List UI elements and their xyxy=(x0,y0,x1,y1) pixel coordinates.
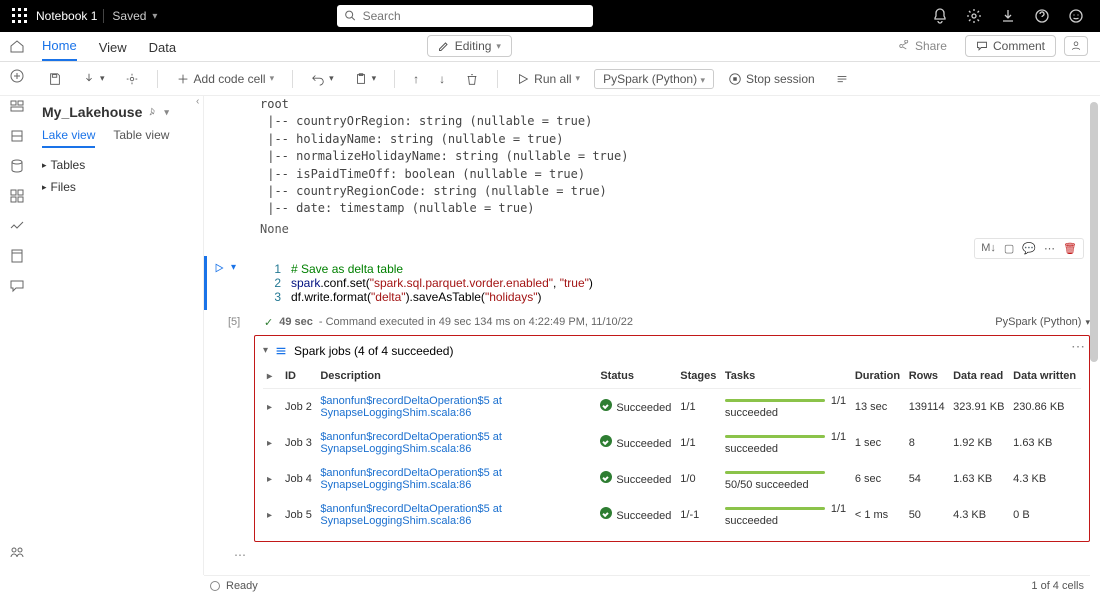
chevron-down-icon[interactable]: ▾ xyxy=(152,11,157,22)
search-box[interactable] xyxy=(337,5,593,27)
download-icon[interactable]: ▾ xyxy=(76,69,111,89)
status-ok-icon xyxy=(210,581,220,591)
pin-icon[interactable] xyxy=(148,107,158,117)
spark-jobs-panel: ⋯ ▾ Spark jobs (4 of 4 succeeded) ▸ ID D… xyxy=(254,335,1090,542)
home-icon[interactable] xyxy=(9,38,25,54)
code-area[interactable]: 1# Save as delta table 2spark.conf.set("… xyxy=(267,256,1090,310)
feedback-icon[interactable] xyxy=(9,278,25,294)
move-down-icon[interactable]: ↓ xyxy=(433,69,451,89)
tree-files[interactable]: ▸Files xyxy=(42,176,193,198)
monitor-icon[interactable] xyxy=(9,218,25,234)
stop-session-button[interactable]: Stop session xyxy=(722,69,821,89)
output-schema: root |-- countryOrRegion: string (nullab… xyxy=(204,96,1090,218)
success-icon: ✓ xyxy=(264,316,273,329)
delete-icon[interactable] xyxy=(459,69,485,89)
code-cell: M↓ ▢ 💬 ⋯ 🗑 ▾ 1# Save as delta table 2spa… xyxy=(204,256,1090,310)
data-icon[interactable] xyxy=(9,158,25,174)
waffle-icon[interactable] xyxy=(12,8,28,24)
output-none: None xyxy=(204,218,1090,248)
collapse-panel-icon[interactable]: ‹ xyxy=(196,96,199,107)
people-icon[interactable] xyxy=(1064,36,1088,56)
tab-view[interactable]: View xyxy=(99,40,127,61)
editing-mode[interactable]: Editing▾ xyxy=(427,35,512,57)
create-icon[interactable] xyxy=(9,68,25,84)
exec-count: [5] xyxy=(228,316,240,328)
cell-count: 1 of 4 cells xyxy=(1031,580,1084,592)
status-ready: Ready xyxy=(226,580,258,592)
run-all-button[interactable]: Run all▾ xyxy=(510,69,586,89)
kernel-selector[interactable]: PySpark (Python) ▾ xyxy=(594,69,714,89)
cell-comment-icon: 💬 xyxy=(1022,242,1036,255)
notebook-name[interactable]: Notebook 1 xyxy=(36,9,97,23)
download-icon[interactable] xyxy=(1000,8,1016,24)
search-icon xyxy=(345,10,356,22)
comment-button[interactable]: Comment xyxy=(965,35,1056,57)
tab-home[interactable]: Home xyxy=(42,38,77,61)
jobs-title: Spark jobs (4 of 4 succeeded) xyxy=(294,344,453,358)
search-input[interactable] xyxy=(363,9,586,23)
add-code-cell[interactable]: Add code cell▾ xyxy=(170,69,281,89)
settings-icon[interactable] xyxy=(119,69,145,89)
bell-icon[interactable] xyxy=(932,8,948,24)
cell-run-icon: ▢ xyxy=(1004,242,1014,255)
lakehouse-name[interactable]: My_Lakehouse▾ xyxy=(42,104,193,120)
cell-more-icon: ⋯ xyxy=(1044,242,1055,255)
tab-data[interactable]: Data xyxy=(149,40,176,61)
subtab-tableview[interactable]: Table view xyxy=(113,128,169,148)
run-cell-icon[interactable] xyxy=(213,262,225,274)
tree-tables[interactable]: ▸Tables xyxy=(42,154,193,176)
save-icon[interactable] xyxy=(42,69,68,89)
workspace-icon[interactable] xyxy=(9,98,25,114)
cell-toolbar[interactable]: M↓ ▢ 💬 ⋯ 🗑 xyxy=(974,238,1084,259)
clipboard-icon[interactable]: ▾ xyxy=(348,69,383,89)
gear-icon[interactable] xyxy=(966,8,982,24)
cell-md-icon: M↓ xyxy=(981,242,996,255)
jobs-more-icon[interactable]: ⋯ xyxy=(1071,338,1085,355)
onelake-icon[interactable] xyxy=(9,128,25,144)
spark-icon xyxy=(274,344,288,358)
help-icon[interactable] xyxy=(1034,8,1050,24)
table-row[interactable]: ▸ Job 2 $anonfun$recordDeltaOperation$5 … xyxy=(263,388,1081,425)
share-button[interactable]: Share xyxy=(888,36,957,56)
exec-detail: - Command executed in 49 sec 134 ms on 4… xyxy=(319,316,633,328)
move-up-icon[interactable]: ↑ xyxy=(407,69,425,89)
apps-icon[interactable] xyxy=(9,188,25,204)
chevron-down-icon[interactable]: ▾ xyxy=(231,262,236,274)
jobs-table: ▸ ID Description Status Stages Tasks Dur… xyxy=(263,364,1081,533)
cell-separator: ⋯ xyxy=(234,542,1090,568)
cell-delete-icon: 🗑 xyxy=(1063,242,1077,255)
face-icon[interactable] xyxy=(1068,8,1084,24)
exec-time: 49 sec xyxy=(279,316,313,328)
queue-icon[interactable] xyxy=(829,69,855,89)
table-row[interactable]: ▸ Job 3 $anonfun$recordDeltaOperation$5 … xyxy=(263,425,1081,461)
subtab-lakeview[interactable]: Lake view xyxy=(42,128,95,148)
table-row[interactable]: ▸ Job 5 $anonfun$recordDeltaOperation$5 … xyxy=(263,497,1081,533)
save-status: Saved xyxy=(103,9,146,23)
workspaces-icon[interactable] xyxy=(9,544,25,560)
scrollbar[interactable] xyxy=(1090,102,1098,362)
undo-icon[interactable]: ▾ xyxy=(305,69,340,89)
learn-icon[interactable] xyxy=(9,248,25,264)
table-row[interactable]: ▸ Job 4 $anonfun$recordDeltaOperation$5 … xyxy=(263,461,1081,497)
chevron-down-icon[interactable]: ▾ xyxy=(263,345,268,356)
exec-kernel: PySpark (Python) xyxy=(995,316,1081,328)
